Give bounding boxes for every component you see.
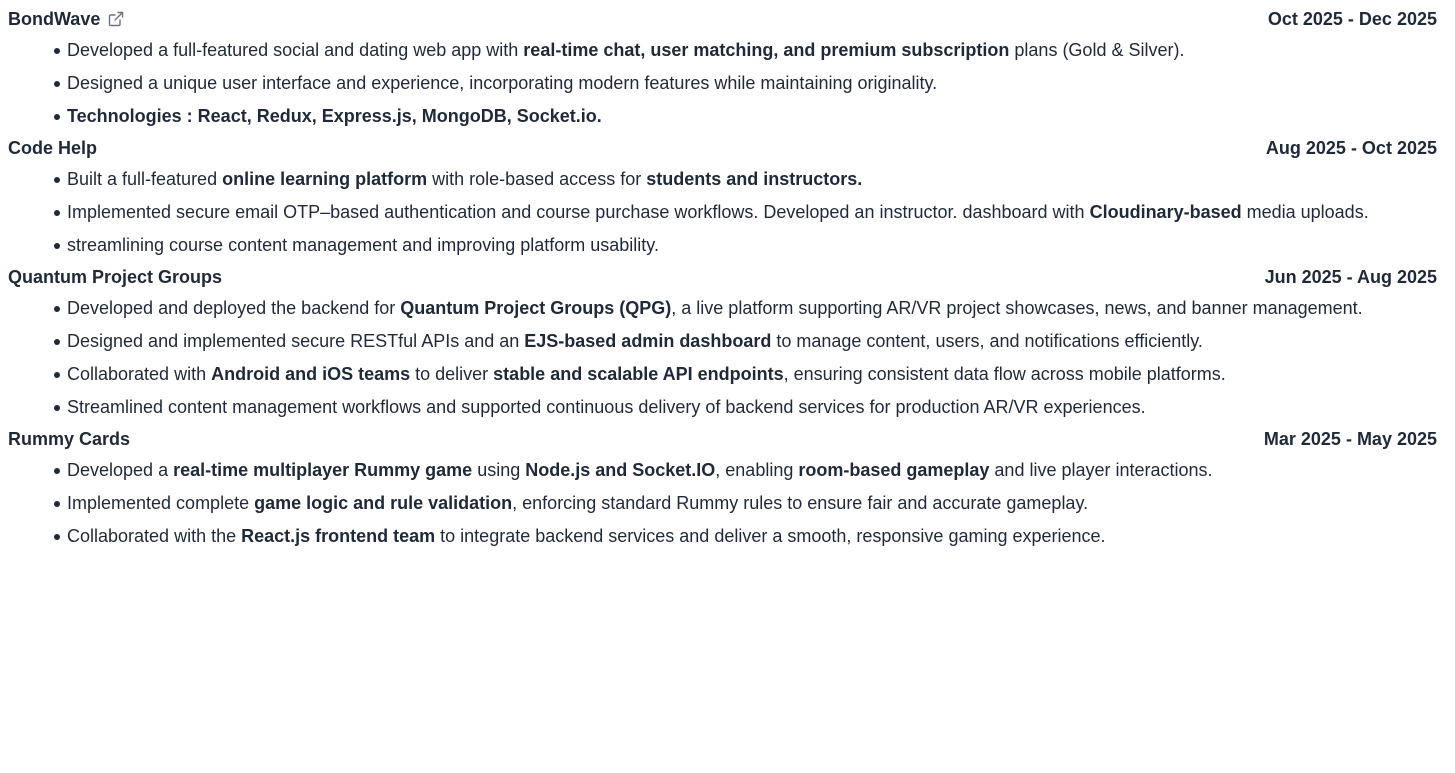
- project-code-help: Code Help Aug 2025 - Oct 2025 Built a full…: [8, 133, 1437, 262]
- bullet-item: Implemented complete game logic and rule…: [54, 487, 1437, 520]
- bullet-text: , enforcing standard Rummy rules to ensu…: [512, 493, 1089, 513]
- bullet-item: Streamlined content management workflows…: [54, 391, 1437, 424]
- bullet-item: Designed and implemented secure RESTful …: [54, 325, 1437, 358]
- project-title-wrap: Code Help: [8, 133, 97, 163]
- project-dates: Jun 2025 - Aug 2025: [1264, 267, 1437, 287]
- project-header: Code Help Aug 2025 - Oct 2025: [8, 133, 1437, 163]
- bullet-text: Implemented secure email OTP–based authe…: [67, 202, 1090, 222]
- bullet-text: Developed and deployed the backend for: [67, 298, 401, 318]
- project-bondwave: BondWave Oct 2025 - Dec 2025 Developed a f…: [8, 4, 1437, 133]
- bullet-text: to deliver: [410, 364, 494, 384]
- project-dates: Oct 2025 - Dec 2025: [1267, 9, 1437, 29]
- bullet-bold-text: game logic and rule validation: [254, 493, 513, 513]
- bullet-bold-text: Android and iOS teams: [211, 364, 411, 384]
- bullet-text: Implemented complete: [67, 493, 255, 513]
- project-title-wrap: Rummy Cards: [8, 424, 130, 454]
- bullet-text: to manage content, users, and notificati…: [771, 331, 1203, 351]
- project-dates: Aug 2025 - Oct 2025: [1265, 138, 1437, 158]
- bullet-text: to integrate backend services and delive…: [435, 526, 1106, 546]
- external-link-icon[interactable]: [108, 11, 124, 27]
- project-rummy-cards: Rummy Cards Mar 2025 - May 2025 Developed …: [8, 424, 1437, 553]
- project-title: Quantum Project Groups: [8, 267, 223, 287]
- bullet-text: Collaborated with the: [67, 526, 242, 546]
- bullet-bold-text: Quantum Project Groups (QPG): [400, 298, 672, 318]
- bullet-text: , ensuring consistent data flow across m…: [783, 364, 1226, 384]
- bullet-item: Developed a full-featured social and dat…: [54, 34, 1437, 67]
- bullet-text: and live player interactions.: [989, 460, 1213, 480]
- bullet-bold-text: Technologies : React, Redux, Express.js,…: [67, 106, 602, 126]
- project-dates: Mar 2025 - May 2025: [1263, 429, 1437, 449]
- bullet-bold-text: room-based gameplay: [798, 460, 990, 480]
- bullet-bold-text: students and instructors.: [646, 169, 863, 189]
- bullet-text: media uploads.: [1241, 202, 1369, 222]
- bullet-item: Technologies : React, Redux, Express.js,…: [54, 100, 1437, 133]
- bullet-item: Developed a real-time multiplayer Rummy …: [54, 454, 1437, 487]
- bullet-text: Developed a: [67, 460, 174, 480]
- project-header: BondWave Oct 2025 - Dec 2025: [8, 4, 1437, 34]
- bullet-item: Built a full-featured online learning pl…: [54, 163, 1437, 196]
- bullet-item: Collaborated with the React.js frontend …: [54, 520, 1437, 553]
- bullet-item: Collaborated with Android and iOS teams …: [54, 358, 1437, 391]
- project-title-wrap: BondWave: [8, 4, 124, 34]
- bullet-text: , enabling: [715, 460, 799, 480]
- bullet-text: streamlining course content management a…: [67, 235, 659, 255]
- bullet-item: Implemented secure email OTP–based authe…: [54, 196, 1437, 229]
- bullet-bold-text: Cloudinary-based: [1089, 202, 1242, 222]
- project-title-wrap: Quantum Project Groups: [8, 262, 222, 292]
- bullet-text: with role-based access for: [427, 169, 647, 189]
- bullet-text: using: [472, 460, 526, 480]
- bullet-text: Designed a unique user interface and exp…: [67, 73, 938, 93]
- bullet-bold-text: stable and scalable API endpoints: [493, 364, 784, 384]
- project-header: Quantum Project Groups Jun 2025 - Aug 202…: [8, 262, 1437, 292]
- project-header: Rummy Cards Mar 2025 - May 2025: [8, 424, 1437, 454]
- bullet-bold-text: React.js frontend team: [241, 526, 436, 546]
- project-bullet-list: Developed a real-time multiplayer Rummy …: [8, 454, 1437, 553]
- bullet-bold-text: EJS-based admin dashboard: [524, 331, 772, 351]
- projects-section: BondWave Oct 2025 - Dec 2025 Developed a f…: [0, 0, 1455, 553]
- bullet-item: Developed and deployed the backend for Q…: [54, 292, 1437, 325]
- project-bullet-list: Developed and deployed the backend for Q…: [8, 292, 1437, 424]
- bullet-bold-text: real-time chat, user matching, and premi…: [523, 40, 1010, 60]
- project-bullet-list: Built a full-featured online learning pl…: [8, 163, 1437, 262]
- bullet-text: Built a full-featured: [67, 169, 223, 189]
- project-bullet-list: Developed a full-featured social and dat…: [8, 34, 1437, 133]
- bullet-text: plans (Gold & Silver).: [1009, 40, 1185, 60]
- bullet-item: streamlining course content management a…: [54, 229, 1437, 262]
- project-title: Code Help: [8, 138, 98, 158]
- bullet-text: , a live platform supporting AR/VR proje…: [671, 298, 1363, 318]
- bullet-text: Developed a full-featured social and dat…: [67, 40, 524, 60]
- project-title: Rummy Cards: [8, 429, 131, 449]
- bullet-item: Designed a unique user interface and exp…: [54, 67, 1437, 100]
- project-title: BondWave: [8, 9, 101, 29]
- bullet-bold-text: online learning platform: [222, 169, 428, 189]
- bullet-bold-text: Node.js and Socket.IO: [525, 460, 716, 480]
- project-quantum-project-groups: Quantum Project Groups Jun 2025 - Aug 202…: [8, 262, 1437, 424]
- bullet-text: Collaborated with: [67, 364, 212, 384]
- bullet-text: Designed and implemented secure RESTful …: [67, 331, 525, 351]
- bullet-text: Streamlined content management workflows…: [67, 397, 1146, 417]
- bullet-bold-text: real-time multiplayer Rummy game: [173, 460, 473, 480]
